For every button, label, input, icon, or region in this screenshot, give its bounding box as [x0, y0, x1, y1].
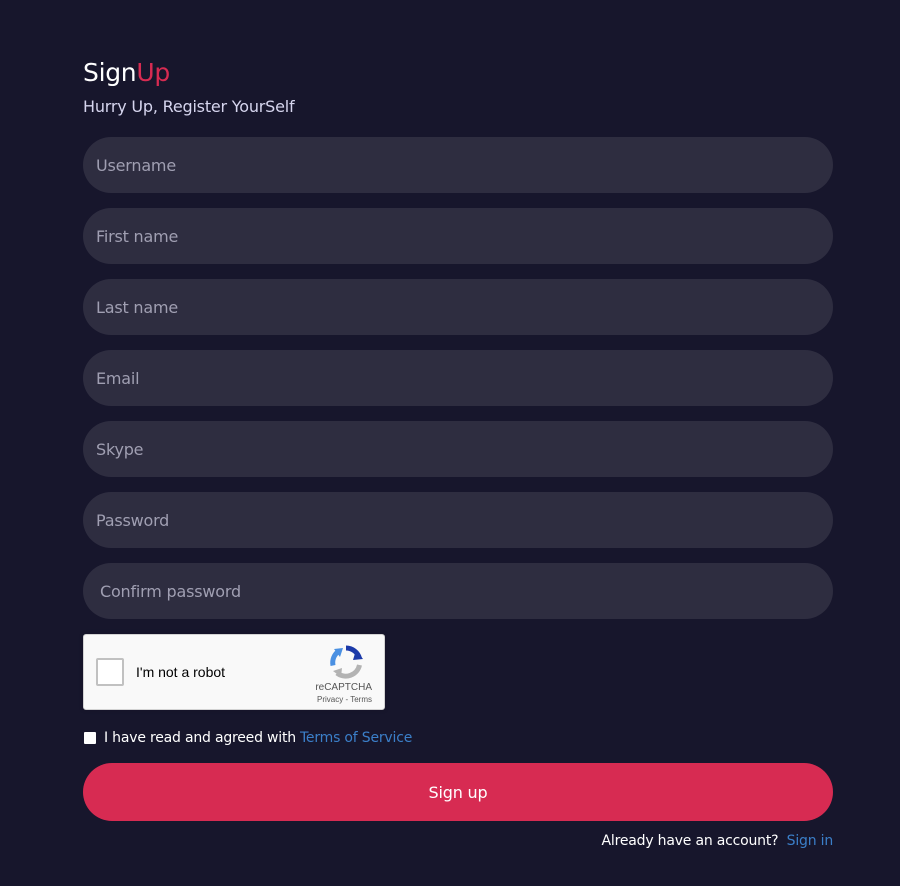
recaptcha-links: Privacy - Terms [317, 695, 372, 704]
signup-button[interactable]: Sign up [83, 763, 833, 821]
recaptcha-label: I'm not a robot [136, 664, 226, 680]
page-title: SignUp [83, 57, 833, 89]
password-field[interactable] [83, 492, 833, 548]
email-field[interactable] [83, 350, 833, 406]
page-subtitle: Hurry Up, Register YourSelf [83, 97, 295, 116]
terms-text: I have read and agreed with [104, 730, 296, 746]
recaptcha-brand: reCAPTCHA [315, 682, 372, 693]
terms-agreement: I have read and agreed with Terms of Ser… [83, 729, 833, 747]
recaptcha-privacy-link[interactable]: Privacy [317, 695, 343, 704]
title-accent: Up [136, 58, 170, 87]
signin-link[interactable]: Sign in [787, 833, 834, 849]
recaptcha-checkbox[interactable] [96, 658, 124, 686]
recaptcha-separator: - [345, 695, 349, 704]
username-field[interactable] [83, 137, 833, 193]
recaptcha-logo-icon [330, 645, 363, 679]
terms-of-service-link[interactable]: Terms of Service [300, 730, 412, 746]
skype-field[interactable] [83, 421, 833, 477]
first-name-field[interactable] [83, 208, 833, 264]
recaptcha-widget: I'm not a robot reCAPTCHA Privacy - Term… [83, 634, 385, 710]
signin-prompt-text: Already have an account? [601, 833, 779, 849]
title-main: Sign [83, 58, 137, 87]
terms-checkbox[interactable] [84, 732, 96, 744]
recaptcha-terms-link[interactable]: Terms [350, 695, 372, 704]
signup-form: I'm not a robot reCAPTCHA Privacy - Term… [83, 137, 833, 821]
signin-prompt: Already have an account? Sign in [83, 833, 834, 849]
signup-page: SignUp Hurry Up, Register YourSelf I'm n… [0, 0, 900, 886]
last-name-field[interactable] [83, 279, 833, 335]
confirm-password-field[interactable] [83, 563, 833, 619]
